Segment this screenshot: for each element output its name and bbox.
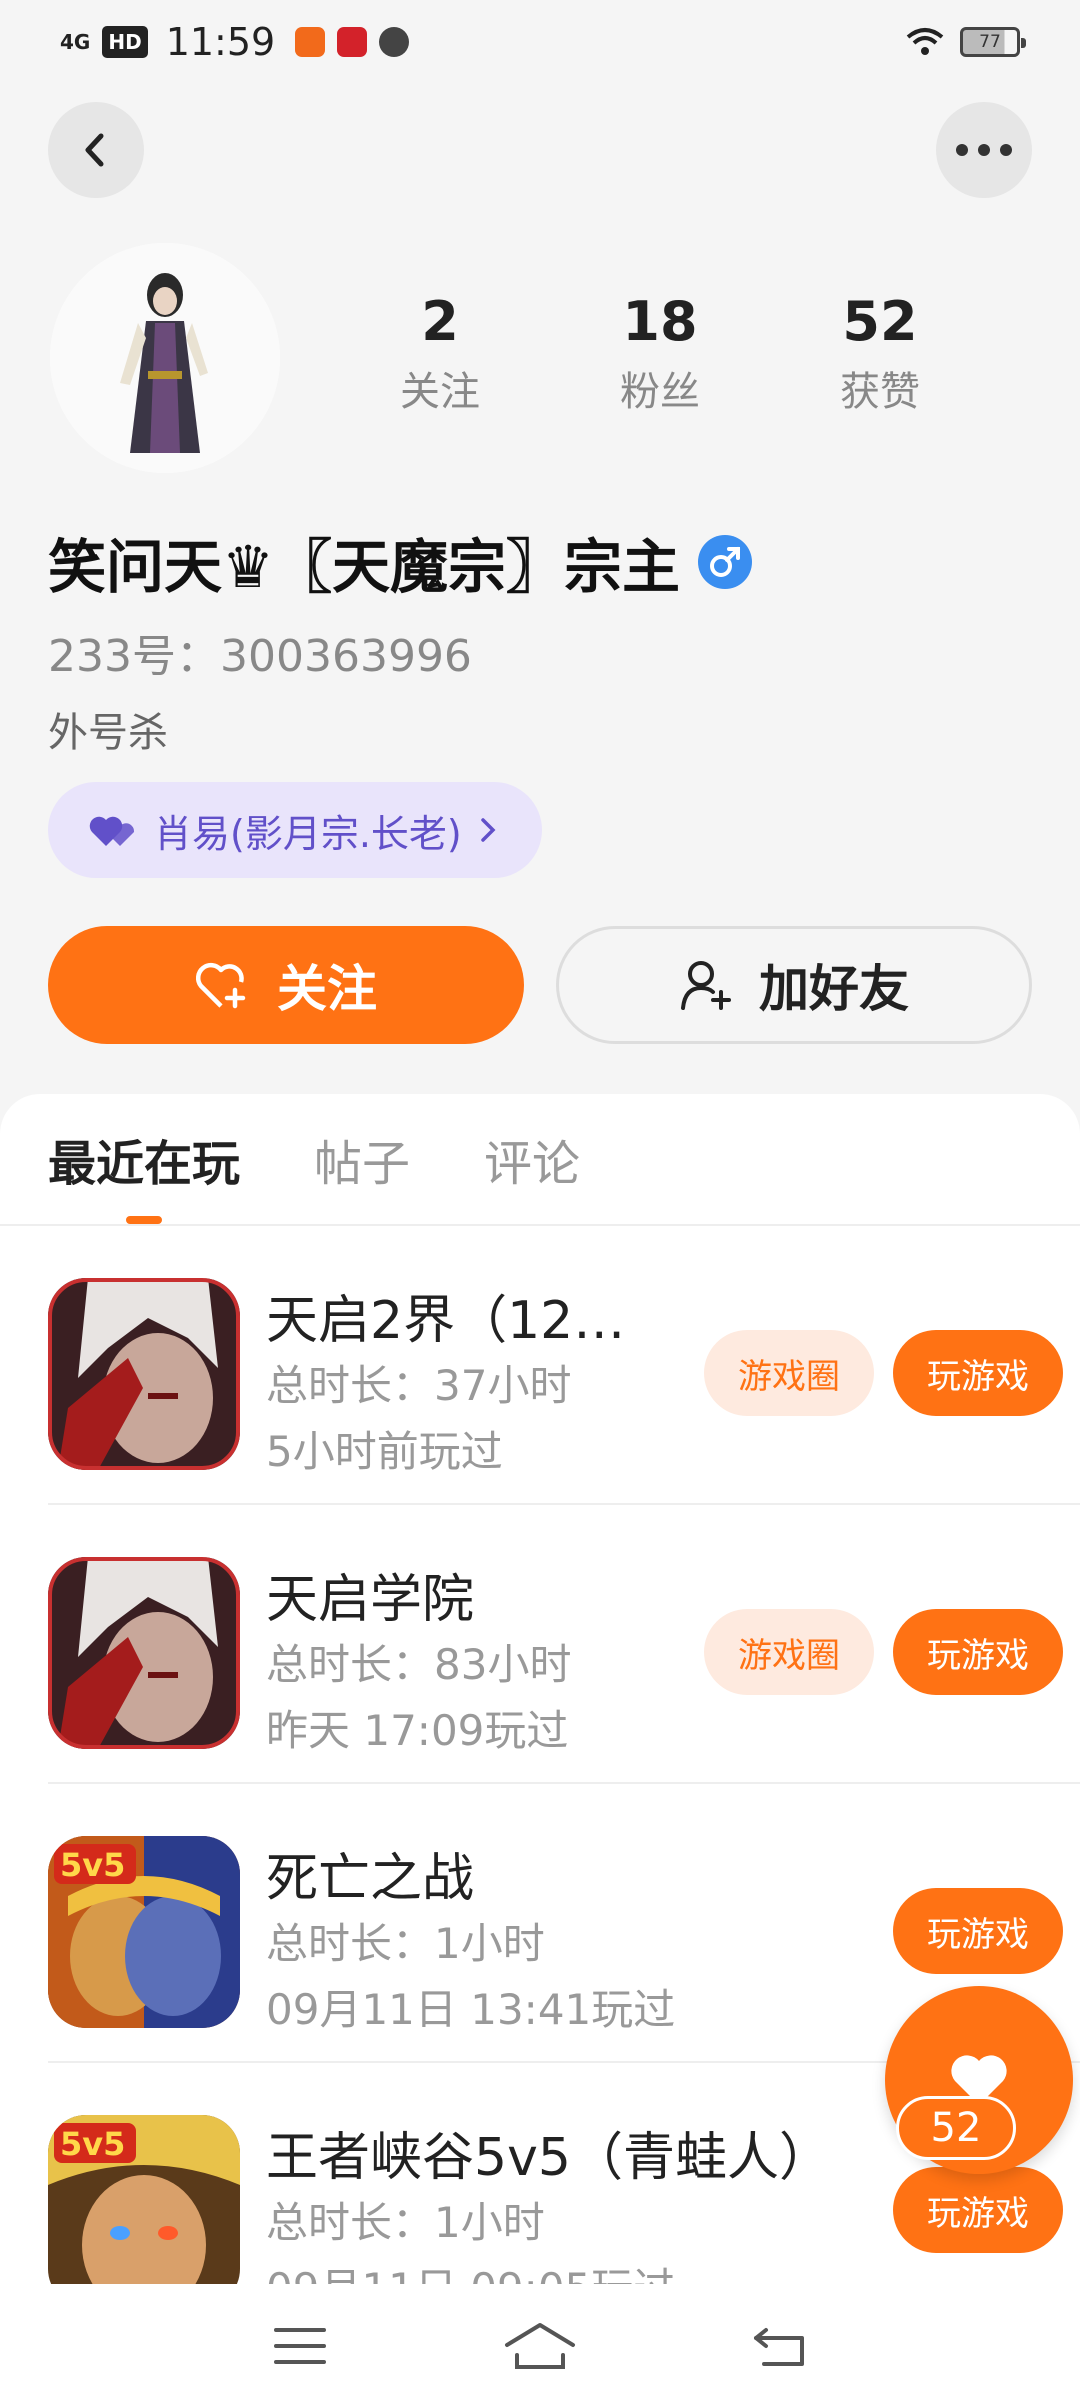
stat-likes[interactable]: 52 获赞 xyxy=(770,292,990,417)
stat-following[interactable]: 2 关注 xyxy=(330,292,550,417)
play-game-button[interactable]: 玩游戏 xyxy=(893,1330,1063,1416)
status-time: 11:59 xyxy=(165,20,276,64)
double-heart-icon xyxy=(89,816,135,846)
stat-followers[interactable]: 18 粉丝 xyxy=(550,292,770,417)
svg-text:5v5: 5v5 xyxy=(60,2125,125,2163)
app-notification-icon xyxy=(379,27,410,57)
name-row: 笑问天♛〖天魔宗〗宗主 xyxy=(48,520,752,604)
stat-label: 关注 xyxy=(400,369,480,416)
game-title: 天启2界（12… xyxy=(266,1291,626,1351)
add-friend-button[interactable]: 加好友 xyxy=(556,926,1032,1044)
relation-tag[interactable]: 肖易(影月宗.长老) xyxy=(48,782,542,878)
game-circle-button[interactable]: 游戏圈 xyxy=(704,1609,874,1695)
like-count-badge: 52 xyxy=(896,2096,1016,2160)
follow-button[interactable]: 关注 xyxy=(48,926,524,1044)
game-title: 王者峡谷5v5（青蛙人） xyxy=(266,2128,831,2188)
add-friend-label: 加好友 xyxy=(759,960,909,1018)
status-bar: 4G HD 11:59 77 xyxy=(0,0,1080,84)
more-dots-icon xyxy=(956,144,1012,156)
game-last-played: 昨天 17:09玩过 xyxy=(266,1706,569,1755)
list-item[interactable]: 天启2界（12… 总时长：37小时 5小时前玩过 游戏圈 玩游戏 xyxy=(48,1226,1080,1505)
play-game-button[interactable]: 玩游戏 xyxy=(893,2167,1063,2253)
avatar[interactable] xyxy=(50,243,280,473)
app-notification-icon xyxy=(337,27,368,57)
add-person-icon xyxy=(681,961,731,1010)
stat-value: 18 xyxy=(622,290,698,353)
male-icon xyxy=(698,535,752,589)
home-nav-button[interactable] xyxy=(495,2311,585,2381)
tab-posts[interactable]: 帖子 xyxy=(314,1124,410,1194)
app-notification-icon xyxy=(295,27,326,57)
home-icon xyxy=(505,2323,575,2369)
chevron-right-icon xyxy=(480,818,496,842)
game-icon xyxy=(48,1557,240,1749)
stat-value: 52 xyxy=(842,290,918,353)
profile-stats: 2 关注 18 粉丝 52 获赞 xyxy=(330,292,990,417)
game-last-played: 09月11日 13:41玩过 xyxy=(266,1985,676,2034)
game-title: 死亡之战 xyxy=(266,1849,475,1909)
back-button[interactable] xyxy=(48,102,144,198)
play-game-button[interactable]: 玩游戏 xyxy=(893,1609,1063,1695)
game-title: 天启学院 xyxy=(266,1570,475,1630)
list-item[interactable]: 天启学院 总时长：83小时 昨天 17:09玩过 游戏圈 玩游戏 xyxy=(48,1505,1080,1784)
hd-icon: HD xyxy=(102,26,148,58)
game-duration: 总时长：37小时 xyxy=(266,1361,572,1410)
game-duration: 总时长：83小时 xyxy=(266,1640,572,1689)
back-nav-button[interactable] xyxy=(735,2311,825,2381)
system-nav-bar xyxy=(0,2284,1080,2408)
game-icon: 5v5 xyxy=(48,1836,240,2028)
wifi-icon xyxy=(906,28,944,55)
menu-icon xyxy=(274,2328,326,2364)
tab-recently-played[interactable]: 最近在玩 xyxy=(48,1124,240,1224)
tab-comments[interactable]: 评论 xyxy=(484,1124,580,1194)
more-button[interactable] xyxy=(936,102,1032,198)
character-avatar-icon xyxy=(50,243,280,473)
game-last-played: 5小时前玩过 xyxy=(266,1427,503,1476)
user-bio: 外号杀 xyxy=(48,710,168,756)
tab-bar: 最近在玩 帖子 评论 xyxy=(0,1094,1080,1226)
return-icon xyxy=(754,2328,804,2366)
game-duration: 总时长：1小时 xyxy=(266,1919,545,1968)
game-circle-button[interactable]: 游戏圈 xyxy=(704,1330,874,1416)
user-id: 233号：300363996 xyxy=(48,631,472,682)
network-signal-icon: 4G xyxy=(60,30,91,54)
game-duration: 总时长：1小时 xyxy=(266,2198,545,2247)
game-icon: 5v5 xyxy=(48,2115,240,2284)
stat-label: 粉丝 xyxy=(620,369,700,416)
game-icon xyxy=(48,1278,240,1470)
heart-plus-icon xyxy=(195,962,246,1009)
stat-value: 2 xyxy=(421,290,459,353)
play-game-button[interactable]: 玩游戏 xyxy=(893,1888,1063,1974)
back-arrow-icon xyxy=(85,133,104,167)
svg-text:5v5: 5v5 xyxy=(60,1846,125,1884)
relation-tag-label: 肖易(影月宗.长老) xyxy=(154,811,462,856)
game-last-played: 09月11日 09:05玩过 xyxy=(266,2255,675,2284)
battery-icon: 77 xyxy=(960,27,1026,57)
user-name: 笑问天♛〖天魔宗〗宗主 xyxy=(48,533,680,601)
menu-nav-button[interactable] xyxy=(255,2311,345,2381)
stat-label: 获赞 xyxy=(840,369,920,416)
follow-label: 关注 xyxy=(277,960,377,1018)
